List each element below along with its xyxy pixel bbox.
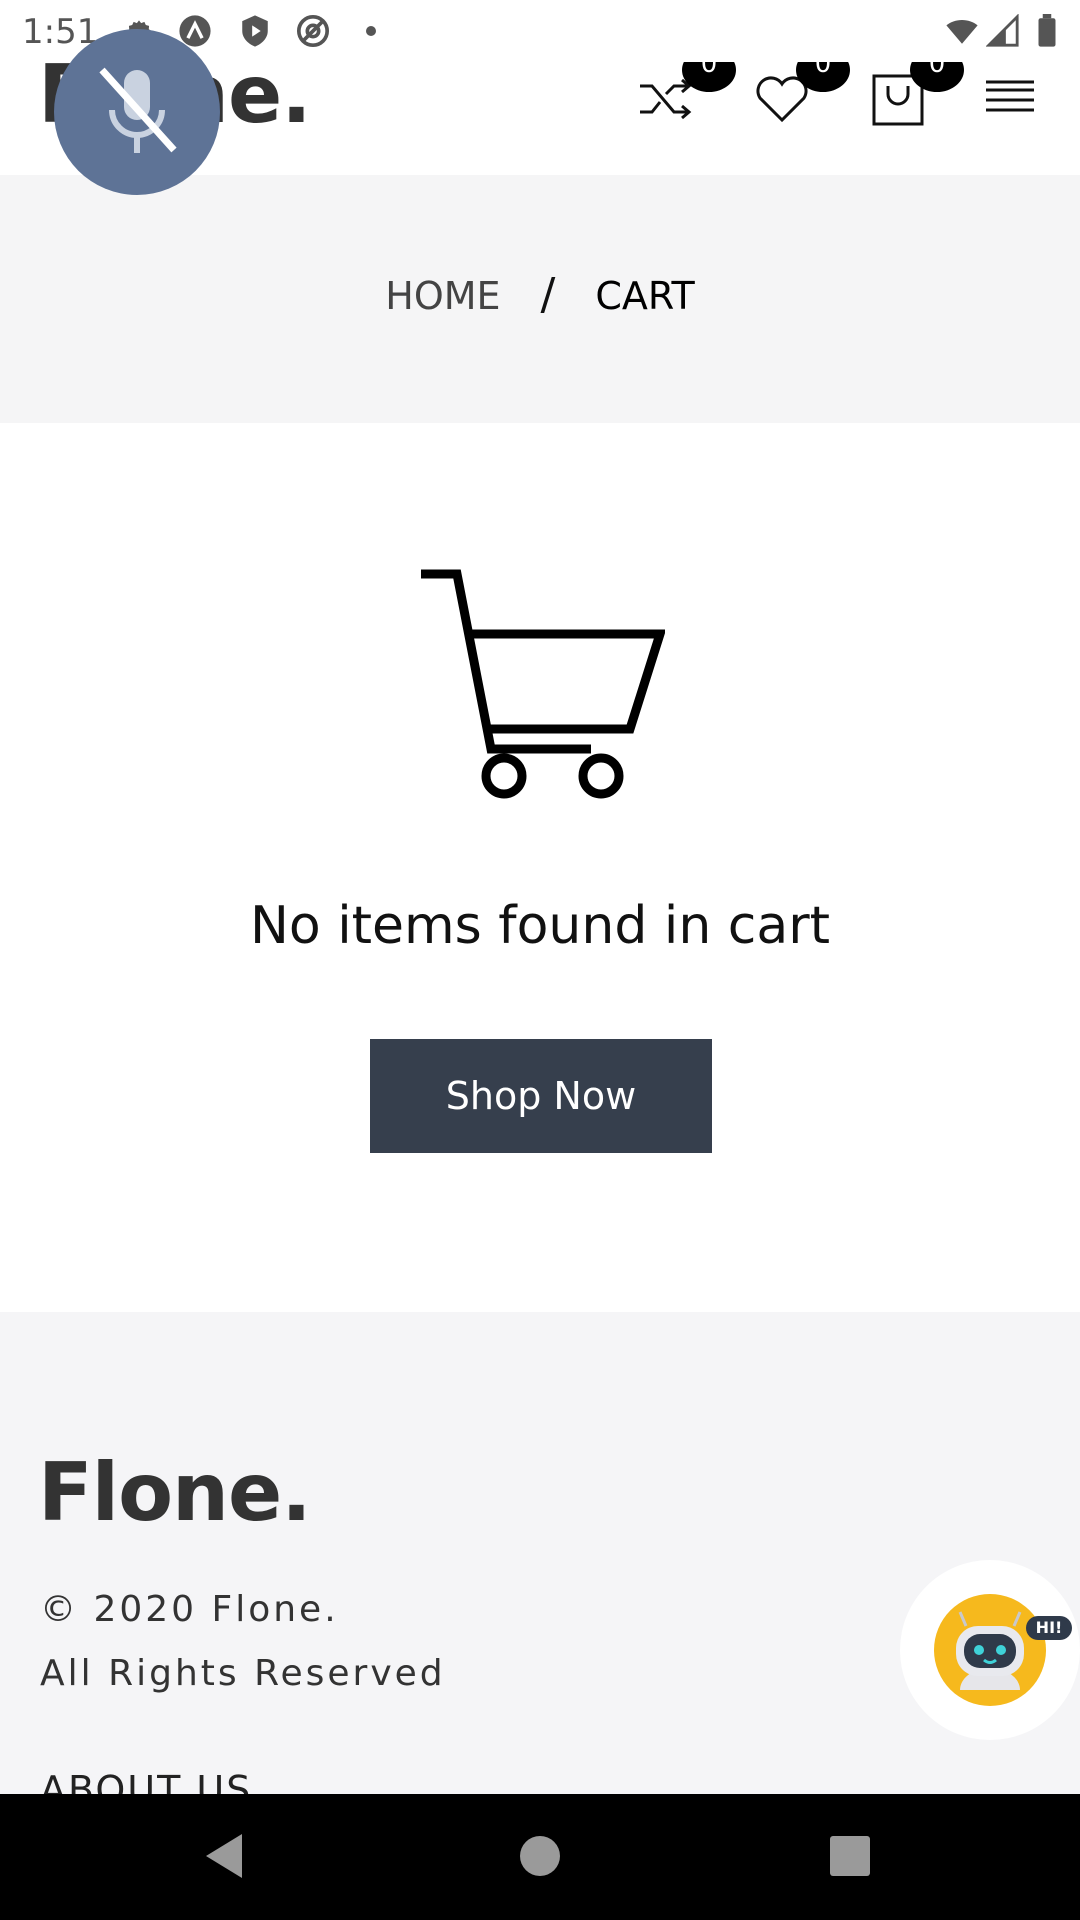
empty-cart-message: No items found in cart xyxy=(249,896,831,956)
footer-about-heading: ABOUT US xyxy=(40,1768,253,1794)
chatbot-hi-badge: HI! xyxy=(1036,1618,1063,1637)
home-icon[interactable] xyxy=(508,1824,572,1888)
recents-icon[interactable] xyxy=(818,1824,882,1888)
chatbot-widget[interactable]: HI! xyxy=(900,1560,1080,1740)
cellular-signal-icon xyxy=(986,14,1019,47)
battery-icon xyxy=(1038,14,1056,47)
system-nav-bar xyxy=(0,1794,1080,1920)
breadcrumb-separator: / xyxy=(540,269,556,320)
shield-play-icon xyxy=(242,15,268,47)
shop-now-button[interactable]: Shop Now xyxy=(370,1039,712,1153)
footer-logo[interactable]: Flone. xyxy=(38,1446,312,1539)
empty-cart-icon xyxy=(421,569,665,799)
mic-off-icon xyxy=(99,67,177,153)
back-icon[interactable] xyxy=(194,1824,258,1888)
voice-input-button[interactable] xyxy=(54,29,220,195)
rights-line: All Rights Reserved xyxy=(40,1653,446,1694)
breadcrumb-area: HOME / CART xyxy=(0,175,1080,423)
at-sign-icon xyxy=(296,14,330,48)
menu-icon[interactable] xyxy=(982,70,1038,130)
footer-copyright: © 2020 Flone. All Rights Reserved xyxy=(40,1578,446,1706)
notification-dot xyxy=(366,26,376,36)
breadcrumb: HOME / CART xyxy=(0,269,1080,320)
breadcrumb-home-link[interactable]: HOME xyxy=(385,274,500,318)
wifi-icon xyxy=(946,20,978,44)
chatbot-robot-icon: HI! xyxy=(934,1594,1072,1706)
copyright-line: © 2020 Flone. xyxy=(40,1589,339,1630)
breadcrumb-current: CART xyxy=(595,274,695,318)
